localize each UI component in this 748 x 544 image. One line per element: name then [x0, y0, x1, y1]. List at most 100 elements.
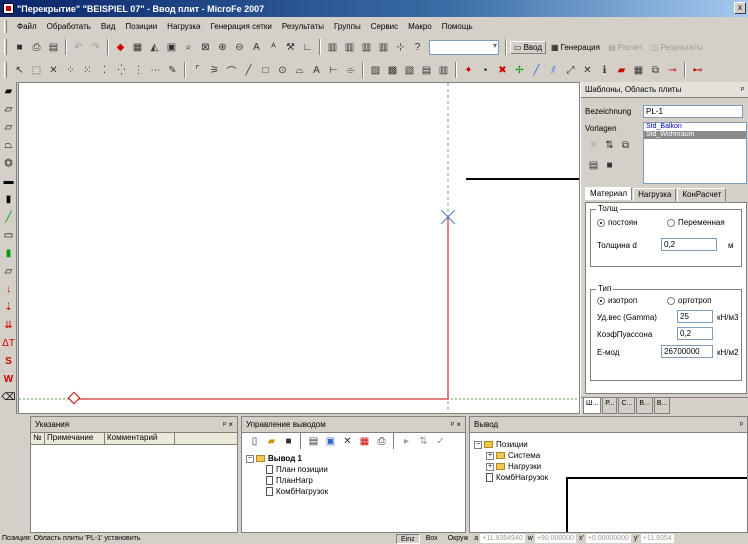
- radio-constant[interactable]: постоян: [597, 218, 638, 227]
- add-icon[interactable]: ▤: [306, 434, 321, 449]
- open-folder-icon[interactable]: ▰: [264, 434, 279, 449]
- menu-macro[interactable]: Макро: [403, 22, 437, 31]
- print-icon[interactable]: ⎙: [29, 40, 44, 55]
- font-smaller-icon[interactable]: ᴬ: [266, 40, 281, 55]
- pattern-icon[interactable]: ▧: [402, 63, 417, 78]
- pencil-icon[interactable]: ✎: [165, 63, 180, 78]
- delete-icon[interactable]: ✕: [340, 434, 355, 449]
- zoom-icon[interactable]: ⌕: [181, 40, 196, 55]
- vorlagen-list[interactable]: Std_Balkon Std_Wohnraum: [643, 122, 747, 184]
- hatch-icon[interactable]: ▨: [368, 63, 383, 78]
- radio-isotropic[interactable]: изотроп: [597, 296, 637, 305]
- sort-icon[interactable]: ⇅: [416, 434, 431, 449]
- radio-variable[interactable]: Переменная: [667, 218, 725, 227]
- menu-view[interactable]: Вид: [96, 22, 120, 31]
- zoom-out-icon[interactable]: ⊖: [232, 40, 247, 55]
- view3d-icon[interactable]: ▣: [164, 40, 179, 55]
- arc-icon[interactable]: ⌓: [292, 63, 307, 78]
- menu-grip[interactable]: [4, 19, 7, 33]
- pattern2-icon[interactable]: ▤: [419, 63, 434, 78]
- point-load-icon[interactable]: ↓: [1, 281, 16, 298]
- hatch2-icon[interactable]: ▩: [385, 63, 400, 78]
- box-toggle[interactable]: Box: [422, 534, 442, 544]
- image-icon[interactable]: ▣: [323, 434, 338, 449]
- undo-icon[interactable]: ↶: [71, 40, 86, 55]
- beam-green-icon[interactable]: ╱: [1, 209, 16, 226]
- menu-edit[interactable]: Обработать: [42, 22, 96, 31]
- toolbar-grip[interactable]: [4, 39, 7, 55]
- grid4-icon[interactable]: ▥: [376, 40, 391, 55]
- select-icon[interactable]: ↖: [12, 63, 27, 78]
- rectangle-icon[interactable]: □: [258, 63, 273, 78]
- font-larger-icon[interactable]: A: [249, 40, 264, 55]
- grid1-icon[interactable]: ▥: [325, 40, 340, 55]
- menu-load[interactable]: Нагрузка: [162, 22, 205, 31]
- thickness-input[interactable]: 0,2: [661, 238, 717, 251]
- dash-icon[interactable]: ⊷: [690, 63, 705, 78]
- menu-file[interactable]: Файл: [12, 22, 42, 31]
- tab-view[interactable]: В...: [653, 398, 671, 414]
- new-doc-icon[interactable]: ▯: [247, 434, 262, 449]
- tab-load[interactable]: Нагрузка: [633, 188, 677, 201]
- poisson-input[interactable]: 0,2: [677, 327, 713, 340]
- emod-input[interactable]: 26700000: [661, 345, 713, 358]
- col-note[interactable]: Примечание: [45, 433, 105, 444]
- tree-item[interactable]: План позиции: [246, 464, 328, 475]
- mode-calc-button[interactable]: ▤ Расчет: [605, 42, 646, 53]
- snap-icon[interactable]: ⊹: [393, 40, 408, 55]
- layer-combo[interactable]: [429, 39, 499, 55]
- tab-material[interactable]: Материал: [585, 187, 633, 200]
- play-icon[interactable]: ▸: [399, 434, 414, 449]
- vorlagen-item[interactable]: Std_Balkon: [644, 123, 746, 131]
- dimension-icon[interactable]: ⊢: [326, 63, 341, 78]
- properties-icon[interactable]: ℹ: [597, 63, 612, 78]
- col-number[interactable]: №: [31, 433, 45, 444]
- slab-area-icon[interactable]: ▰: [1, 83, 16, 100]
- curve-icon[interactable]: ⌒: [224, 63, 239, 78]
- slab-edit-icon[interactable]: ⏢: [1, 137, 16, 154]
- delete-icon[interactable]: ✕: [580, 63, 595, 78]
- point-icon[interactable]: •: [478, 63, 493, 78]
- import-template-icon[interactable]: ⇅: [602, 138, 617, 153]
- column-icon[interactable]: ▮: [1, 191, 16, 208]
- cross-icon[interactable]: ✕: [46, 63, 61, 78]
- line-support-icon[interactable]: ▬: [1, 173, 16, 190]
- brush-icon[interactable]: ⊸: [665, 63, 680, 78]
- slab-hole-icon[interactable]: ▱: [1, 101, 16, 118]
- w-load-icon[interactable]: W: [1, 371, 16, 388]
- mode-input-button[interactable]: ▭ Ввод: [510, 40, 546, 54]
- pin-close-icon[interactable]: ᵖ ×: [223, 420, 233, 429]
- edit-line-icon[interactable]: ╱: [529, 63, 544, 78]
- check-icon[interactable]: ✓: [433, 434, 448, 449]
- slab-region-icon[interactable]: ⏥: [1, 119, 16, 136]
- save-icon[interactable]: ■: [12, 40, 27, 55]
- grid2-icon[interactable]: ▥: [342, 40, 357, 55]
- wall-icon[interactable]: ▮: [1, 245, 16, 262]
- mode-generation-button[interactable]: ▦ Генерация: [548, 42, 603, 53]
- rect-select-icon[interactable]: ⌜: [190, 63, 205, 78]
- pin-icon[interactable]: ᵖ: [740, 420, 743, 429]
- bezeichnung-input[interactable]: PL-1: [643, 105, 743, 118]
- chart-icon[interactable]: ◭: [147, 40, 162, 55]
- table-icon[interactable]: ▦: [631, 63, 646, 78]
- print-icon[interactable]: ⎙: [374, 434, 389, 449]
- split-line-icon[interactable]: ⫽: [546, 63, 561, 78]
- zoom-window-icon[interactable]: ⊠: [198, 40, 213, 55]
- tree-item[interactable]: КомбНагрузок: [246, 486, 328, 497]
- tree-root[interactable]: − Позиции: [474, 439, 548, 450]
- tree-item[interactable]: ПланНагр: [246, 475, 328, 486]
- snap-arc-icon[interactable]: ⋯: [148, 63, 163, 78]
- menu-groups[interactable]: Группы: [329, 22, 366, 31]
- snap-line-icon[interactable]: ⋮: [131, 63, 146, 78]
- menu-service[interactable]: Сервис: [366, 22, 403, 31]
- delete-node-icon[interactable]: ✖: [495, 63, 510, 78]
- polyline-icon[interactable]: ⚞: [207, 63, 222, 78]
- tab-system[interactable]: С...: [618, 398, 636, 414]
- slab-copy-icon[interactable]: ⏣: [1, 155, 16, 172]
- mode-results-button[interactable]: ◫ Результаты: [648, 42, 706, 53]
- node-icon[interactable]: ✦: [461, 63, 476, 78]
- start-node-marker[interactable]: [67, 391, 81, 405]
- pin-close-icon[interactable]: ᵖ ×: [451, 420, 461, 429]
- circle-icon[interactable]: ⊙: [275, 63, 290, 78]
- expand-icon[interactable]: +: [486, 451, 494, 460]
